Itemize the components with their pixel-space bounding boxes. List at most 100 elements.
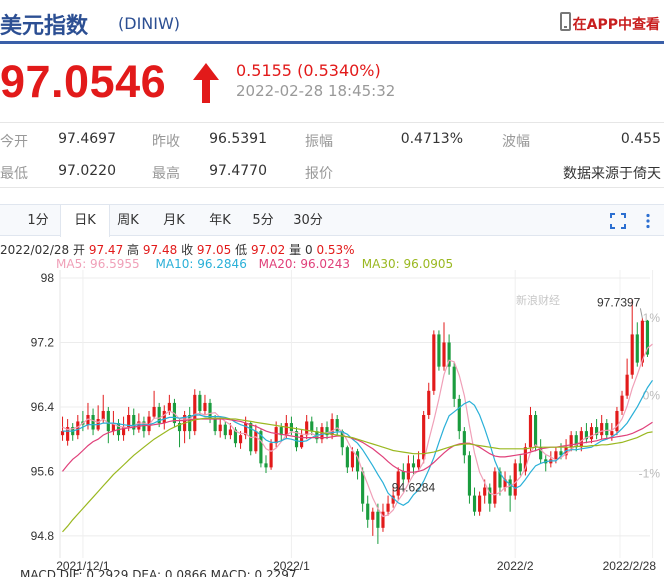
candle-body xyxy=(91,415,95,430)
candle-body xyxy=(518,463,522,472)
candle-body xyxy=(218,424,222,432)
candle-body xyxy=(589,427,594,440)
stat-label-high: 最高 xyxy=(152,166,180,182)
y-tick-label: 94.8 xyxy=(31,529,55,543)
x-tick-label: 2022/2/28 xyxy=(603,559,657,573)
candle-body xyxy=(60,431,65,436)
x-tick-label: 2022/2 xyxy=(497,559,534,573)
candle-body xyxy=(406,463,410,480)
ma-legend: MA5: 96.5955 MA10: 96.2846 MA20: 96.0243… xyxy=(0,257,453,271)
bar-open-label: 开 xyxy=(73,243,86,257)
pct-tick-label: 1% xyxy=(643,311,661,325)
candle-body xyxy=(600,423,604,436)
page-header: 美元指数 (DINIW) 在APP中查看 xyxy=(0,0,664,44)
price-axis: 98 97.2 96.4 95.6 94.8 xyxy=(31,271,55,543)
bar-high: 97.48 xyxy=(142,243,178,257)
candle-body xyxy=(193,394,197,432)
watermark: 新浪财经 xyxy=(516,293,560,307)
pct-tick-label: -1% xyxy=(639,467,661,481)
symbol-code: (DINIW) xyxy=(118,14,181,33)
candle-body xyxy=(345,447,349,468)
bar-pct: 0.53% xyxy=(316,243,355,257)
bar-date: 2022/02/28 xyxy=(0,243,70,257)
candle-body xyxy=(528,415,533,448)
stat-value-high: 97.4770 xyxy=(209,163,267,179)
min-price-label: 94.6284 xyxy=(392,480,436,494)
bar-close-label: 收 xyxy=(181,243,194,257)
stat-label-amplitude: 振幅 xyxy=(305,134,333,150)
more-options-icon[interactable] xyxy=(640,213,656,229)
stat-value-range: 0.455 xyxy=(620,131,661,147)
current-price: 97.0546 xyxy=(0,56,167,107)
ma-lines xyxy=(62,343,653,533)
bar-vol-label: 量 xyxy=(289,243,302,257)
ma10-line xyxy=(62,379,653,506)
candle-body xyxy=(106,410,110,432)
fullscreen-icon[interactable] xyxy=(610,213,626,229)
candle-body xyxy=(386,503,390,512)
y-tick-label: 97.2 xyxy=(31,335,55,349)
tab-1min[interactable]: 1分 xyxy=(13,205,63,236)
bar-open: 97.47 xyxy=(88,243,124,257)
stat-label-open: 今开 xyxy=(0,134,28,150)
candle-body xyxy=(579,431,583,448)
candle-body xyxy=(478,495,482,512)
candle-body xyxy=(610,431,614,436)
open-in-app-link[interactable]: 在APP中查看 xyxy=(573,14,660,34)
stat-label-quote: 报价 xyxy=(305,166,333,182)
candle-body xyxy=(630,334,634,375)
candle-body xyxy=(376,511,380,528)
tab-5min[interactable]: 5分 xyxy=(238,205,288,236)
stat-label-range: 波幅 xyxy=(502,134,530,150)
candle-body xyxy=(101,410,105,420)
candle-body xyxy=(228,429,232,436)
candle-body xyxy=(269,443,273,468)
bar-high-label: 高 xyxy=(127,243,140,257)
tab-monthly-k[interactable]: 月K xyxy=(149,205,199,236)
candle-body xyxy=(554,451,558,460)
candle-body xyxy=(76,421,80,436)
candle-body xyxy=(422,415,426,460)
candle-body xyxy=(366,503,370,520)
bar-vol: 0 xyxy=(304,243,313,257)
bar-info: 2022/02/28 开 97.47 高 97.48 收 97.05 低 97.… xyxy=(0,241,355,258)
percent-axis: 2%1%0%-1% xyxy=(639,311,661,481)
candle-body xyxy=(371,511,375,520)
candle-body xyxy=(442,342,446,367)
tab-weekly-k[interactable]: 周K xyxy=(103,205,153,236)
candle-body xyxy=(427,390,431,415)
candlestick-chart[interactable]: 9897.296.495.694.8 2%1%0%-1% 新浪财经 2021/1… xyxy=(0,270,664,577)
phone-icon[interactable] xyxy=(560,12,571,31)
stat-value-amplitude: 0.4713% xyxy=(400,131,463,147)
candle-body xyxy=(483,487,487,496)
tab-30min[interactable]: 30分 xyxy=(283,205,333,236)
candle-body xyxy=(254,431,258,452)
candle-body xyxy=(198,394,202,411)
candle-body xyxy=(305,421,309,436)
candle-body xyxy=(493,471,497,504)
up-arrow-icon xyxy=(193,63,219,103)
ma30-legend: MA30: 96.0905 xyxy=(361,257,454,271)
candle-body xyxy=(635,334,639,363)
candle-body xyxy=(213,419,217,432)
stat-value-open: 97.4697 xyxy=(58,131,116,147)
candle-body xyxy=(350,451,355,468)
ma20-legend: MA20: 96.0243 xyxy=(258,257,350,271)
price-change: 0.5155 (0.5340%) xyxy=(236,61,381,80)
candle-body xyxy=(417,459,421,468)
stat-label-low: 最低 xyxy=(0,166,28,182)
candle-body xyxy=(472,495,477,512)
bar-low: 97.02 xyxy=(250,243,286,257)
candle-body xyxy=(274,427,278,444)
candle-body xyxy=(437,334,441,367)
candle-body xyxy=(310,421,314,432)
bar-low-label: 低 xyxy=(235,243,248,257)
page-title: 美元指数 xyxy=(0,14,89,39)
candle-body xyxy=(223,424,227,436)
candles xyxy=(60,298,650,544)
bar-close: 97.05 xyxy=(196,243,232,257)
candle-body xyxy=(401,471,405,480)
stat-label-prev-close: 昨收 xyxy=(152,134,180,150)
candle-body xyxy=(203,402,207,411)
stat-value-prev-close: 96.5391 xyxy=(209,131,267,147)
